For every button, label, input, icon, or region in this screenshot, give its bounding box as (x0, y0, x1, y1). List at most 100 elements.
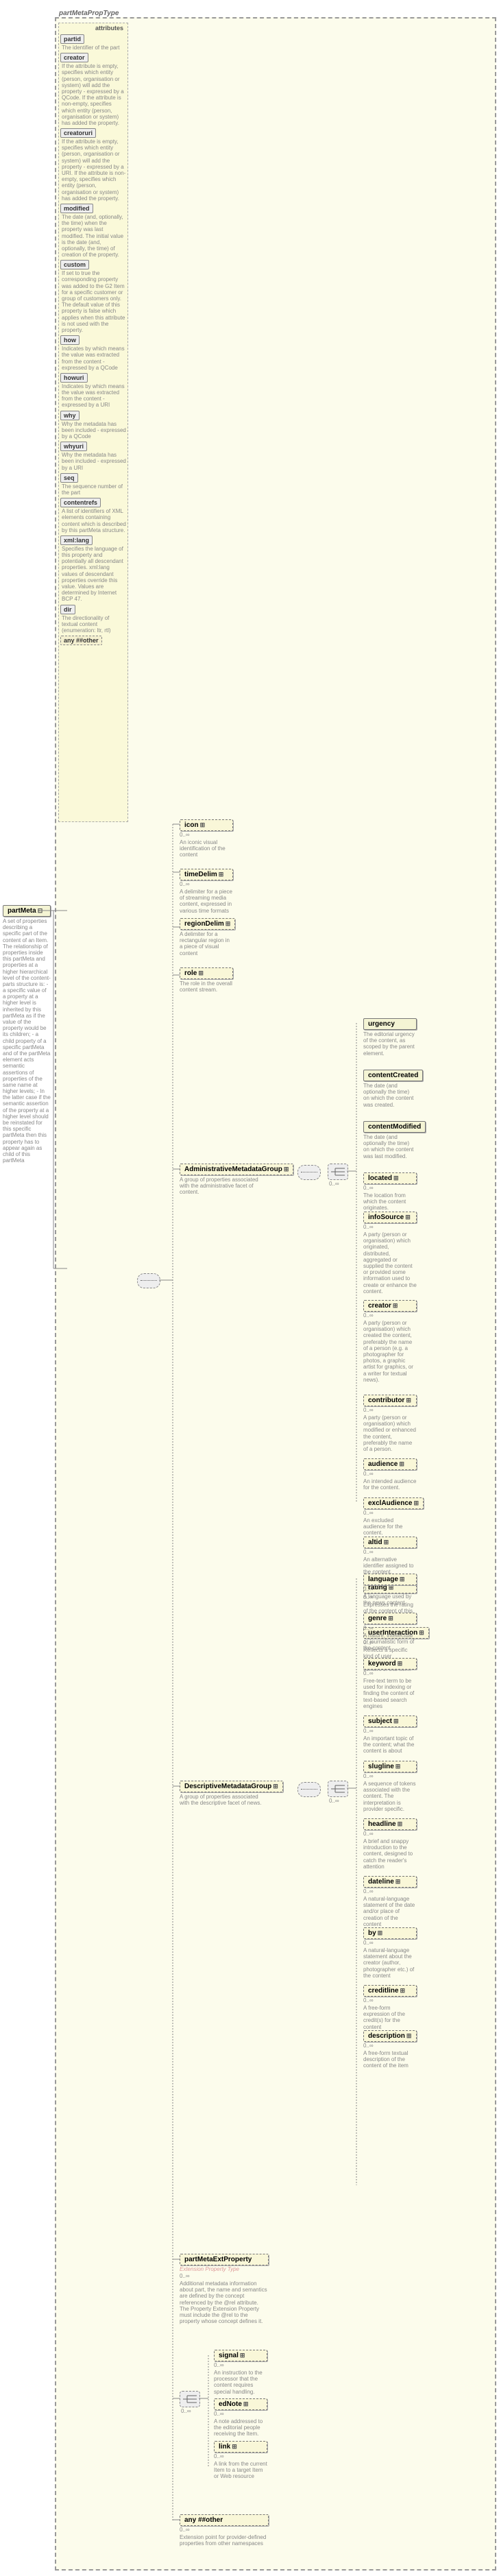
attr-whyuri: whyuriWhy the metadata has been included… (60, 442, 126, 471)
attr-custom: customIf set to true the corresponding p… (60, 260, 126, 333)
attr-label: dir (60, 605, 75, 614)
node-label: creator⊞ (363, 1300, 417, 1312)
node-desc: Free-text term to be used for indexing o… (363, 1678, 417, 1709)
attr-desc: The directionality of textual content (e… (62, 615, 126, 634)
partmeta-ext-property-type: Extension Property Type (180, 2266, 269, 2272)
node-label: infoSource⊞ (363, 1212, 417, 1223)
attr-desc: Specifies the language of this property … (62, 546, 126, 603)
any-other-label: any ##other (180, 2514, 269, 2526)
node-timedelim: timeDelim⊞0..∞ A delimiter for a piece of… (180, 869, 233, 914)
attr-any-other: any ##other (60, 636, 102, 645)
attr-desc: Why the metadata has been included - exp… (62, 452, 126, 471)
admin-choice (328, 1164, 348, 1180)
any-other-node: any ##other 0..∞ Extension point for pro… (180, 2514, 269, 2547)
node-desc: A free-form textual description of the c… (363, 2050, 417, 2069)
attr-label: creatoruri (60, 128, 96, 138)
attr-how: howIndicates by which means the value wa… (60, 335, 126, 371)
admin-metadata-group-label: AdministrativeMetadataGroup⊞ (180, 1164, 293, 1175)
desc-node-description: description⊞0..∞A free-form textual desc… (363, 2030, 417, 2069)
node-label: slugline⊞ (363, 1761, 417, 1772)
node-card: 0..∞ (363, 2043, 417, 2049)
node-desc: The date (and optionally the time) on wh… (363, 1134, 417, 1159)
node-label: signal⊞ (214, 2350, 267, 2361)
node-desc: An important topic of the content; what … (363, 1735, 417, 1755)
admin-node-exclaudience: exclAudience⊞0..∞An excluded audience fo… (363, 1497, 424, 1537)
node-icon: icon⊞0..∞An iconic visual identification… (180, 819, 233, 858)
attr-label: custom (60, 260, 89, 269)
bottom-node-ednote: edNote⊞0..∞A note addressed to the edito… (214, 2398, 267, 2437)
admin-node-urgency: urgencyThe editorial urgency of the cont… (363, 1018, 417, 1057)
partmeta-ext-property-card: 0..∞ (180, 2273, 269, 2279)
attr-creatoruri: creatoruriIf the attribute is empty, spe… (60, 128, 126, 202)
admin-node-contributor: contributor⊞0..∞ A party (person or organ… (363, 1395, 417, 1452)
desc-node-headline: headline⊞0..∞A brief and snappy introduc… (363, 1818, 417, 1870)
node-label: regionDelim⊞ (180, 918, 235, 930)
node-card: 0..∞ (363, 1224, 417, 1230)
admin-node-altid: altid⊞0..∞An alternative identifier assi… (363, 1537, 417, 1576)
attr-seq: seqThe sequence number of the part (60, 473, 126, 496)
node-desc: A natural-language statement about the c… (363, 1947, 417, 1979)
attr-label: how (60, 335, 80, 345)
node-label: by⊞ (363, 1927, 417, 1939)
attr-desc: Indicates by which means the value was e… (62, 383, 126, 409)
node-desc: A natural-language statement of the date… (363, 1896, 417, 1927)
desc-node-creditline: creditline⊞0..∞A free-form expression of… (363, 1985, 417, 2030)
attr-partid: partidThe identifier of the part (60, 34, 126, 51)
node-card: 0..∞ (363, 1773, 417, 1779)
desc-metadata-group-desc: A group of properties associated with th… (180, 1794, 269, 1806)
node-desc: A party (person or organisation) which o… (363, 1231, 417, 1295)
attr-label: why (60, 411, 80, 420)
node-label: keyword⊞ (363, 1658, 417, 1670)
attr-desc: If the attribute is empty, specifies whi… (62, 139, 126, 202)
node-desc: A party (person or organisation) which m… (363, 1415, 417, 1452)
attr-desc: If the attribute is empty, specifies whi… (62, 63, 126, 126)
node-desc: A sequence of tokens associated with the… (363, 1781, 417, 1812)
desc-node-by: by⊞0..∞A natural-language statement abou… (363, 1927, 417, 1979)
desc-metadata-group-node: DescriptiveMetadataGroup⊞ A group of pro… (180, 1781, 283, 1806)
node-label: urgency (363, 1018, 417, 1030)
root-partmeta-desc: A set of properties describing a specifi… (3, 918, 51, 1164)
node-desc: A delimiter for a piece of streaming med… (180, 889, 233, 914)
node-card: 0..∞ (363, 1831, 417, 1837)
node-desc: An alternative identifier assigned to th… (363, 1556, 417, 1576)
attr-desc: If set to true the corresponding propert… (62, 270, 126, 333)
node-card: 0..∞ (363, 1888, 417, 1894)
node-desc: A brief and snappy introduction to the c… (363, 1838, 417, 1870)
node-label: creditline⊞ (363, 1985, 417, 1997)
node-card: 0..∞ (214, 2453, 267, 2459)
node-desc: An instruction to the processor that the… (214, 2370, 267, 2395)
admin-choice-card: 0..∞ (329, 1181, 339, 1187)
partmeta-ext-property-node: partMetaExtProperty Extension Property T… (180, 2254, 269, 2324)
node-card: 0..∞ (363, 1471, 417, 1477)
node-label: contributor⊞ (363, 1395, 417, 1406)
admin-node-creator: creator⊞0..∞A party (person or organisat… (363, 1300, 417, 1383)
node-desc: The date (and optionally the time) on wh… (363, 1083, 417, 1108)
node-label: role⊞ (180, 967, 233, 979)
bottom-choice (180, 2391, 200, 2407)
node-label: timeDelim⊞ (180, 869, 233, 880)
admin-metadata-group-node: AdministrativeMetadataGroup⊞ A group of … (180, 1164, 293, 1196)
attr-howuri: howuriIndicates by which means the value… (60, 373, 126, 409)
type-frame: attributes partidThe identifier of the p… (55, 17, 496, 2571)
node-card: 0..∞ (363, 1940, 417, 1946)
node-role: role⊞The role in the overall content str… (180, 967, 233, 993)
node-desc: An intended audience for the content. (363, 1478, 417, 1491)
admin-node-audience: audience⊞0..∞An intended audience for th… (363, 1458, 417, 1491)
admin-seq (297, 1165, 321, 1180)
desc-node-keyword: keyword⊞0..∞Free-text term to be used fo… (363, 1658, 417, 1709)
node-desc: A nature, intellectual or journalistic f… (363, 1633, 417, 1652)
bottom-node-signal: signal⊞0..∞An instruction to the process… (214, 2350, 267, 2395)
node-card: 0..∞ (363, 1407, 417, 1413)
attributes-panel: attributes partidThe identifier of the p… (58, 23, 128, 822)
attr-label: partid (60, 34, 84, 44)
node-label: subject⊞ (363, 1716, 417, 1727)
node-desc: A language used by the news content (363, 1593, 417, 1606)
type-name: partMetaPropType (59, 10, 119, 17)
node-label: contentCreated (363, 1070, 423, 1081)
node-card: 0..∞ (363, 1185, 417, 1191)
node-card: 0..∞ (180, 881, 233, 887)
node-label: located⊞ (363, 1172, 417, 1184)
attr-modified: modifiedThe date (and, optionally, the t… (60, 204, 126, 258)
attr-creator: creatorIf the attribute is empty, specif… (60, 53, 126, 126)
attr-label: creator (60, 53, 88, 62)
